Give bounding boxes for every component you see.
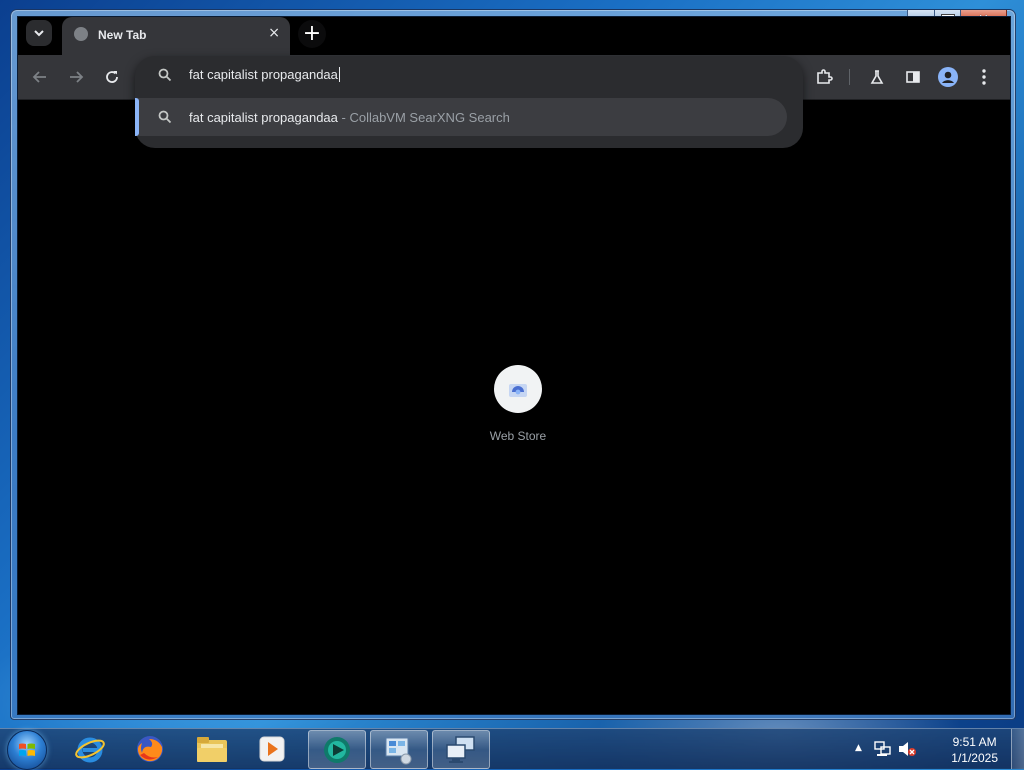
browser-window: × New Tab × + [10,9,1016,720]
browser-client-area: New Tab × + fat capitalist propagandaa f… [17,16,1011,715]
side-panel-icon[interactable] [903,67,923,87]
taskbar-internet-explorer[interactable] [62,730,118,767]
internet-explorer-icon [75,737,105,762]
shortcut-web-store[interactable]: Web Store [488,365,548,443]
chevron-down-icon [34,30,44,37]
address-input[interactable]: fat capitalist propagandaa [189,67,340,82]
omnibox-dropdown: fat capitalist propagandaa fat capitalis… [135,56,803,148]
remote-desktop-icon [446,735,475,763]
address-bar[interactable]: fat capitalist propagandaa [135,56,803,94]
globe-icon [74,27,88,41]
suggestion-provider: CollabVM SearXNG Search [349,110,510,125]
address-input-text: fat capitalist propagandaa [189,67,338,82]
taskbar-firefox[interactable] [122,730,178,767]
back-icon[interactable] [30,67,50,87]
omnibox-suggestion[interactable]: fat capitalist propagandaa - CollabVM Se… [135,98,787,136]
shortcut-label: Web Store [489,429,547,443]
menu-icon[interactable] [974,67,994,87]
new-tab-page: Web Store [18,100,1010,714]
tab-title: New Tab [98,28,147,42]
clock[interactable]: 9:51 AM 1/1/2025 [951,734,998,766]
system-tray: ▲ 9:51 AM 1/1/2025 [854,729,1024,769]
taskbar-file-explorer[interactable] [184,730,240,767]
new-tab-button[interactable]: + [298,20,326,48]
show-desktop-button[interactable] [1011,729,1024,769]
file-explorer-icon [197,736,227,762]
profile-icon[interactable] [938,67,958,87]
network-icon[interactable] [874,741,892,757]
clock-date: 1/1/2025 [951,751,998,765]
plus-icon: + [302,21,322,46]
control-panel-icon [385,737,412,764]
suggestion-text: fat capitalist propagandaa - CollabVM Se… [189,110,510,125]
volume-muted-icon[interactable] [898,741,916,757]
taskbar: ▲ 9:51 AM 1/1/2025 [0,728,1024,770]
toolbar-divider [849,69,850,85]
tab-strip: New Tab × + [18,17,898,60]
start-button[interactable] [7,730,47,770]
clock-time: 9:51 AM [952,735,997,749]
suggestion-query: fat capitalist propagandaa [189,110,338,125]
search-icon [158,110,172,124]
taskbar-control-panel[interactable] [370,730,428,769]
text-caret [338,67,340,82]
chrome-icon [324,736,350,763]
firefox-icon [137,735,163,762]
taskbar-remote-desktop[interactable] [432,730,490,769]
tab-search-button[interactable] [26,20,52,46]
extensions-icon[interactable] [814,67,834,87]
search-icon [158,68,172,82]
suggestion-separator: - [337,110,350,125]
show-hidden-icons-icon[interactable]: ▲ [855,743,862,753]
suggestion-selected-indicator [135,98,139,136]
reload-icon[interactable] [102,67,122,87]
tab-close-icon[interactable]: × [268,25,280,41]
taskbar-media-player[interactable] [244,730,300,767]
windows-logo-icon [19,743,35,756]
media-player-icon [259,736,285,761]
web-store-icon [509,384,527,397]
forward-icon[interactable] [66,67,86,87]
tab-new-tab[interactable]: New Tab × [62,17,290,55]
shortcut-tile [494,365,542,413]
labs-icon[interactable] [867,67,887,87]
taskbar-chrome[interactable] [308,730,366,769]
